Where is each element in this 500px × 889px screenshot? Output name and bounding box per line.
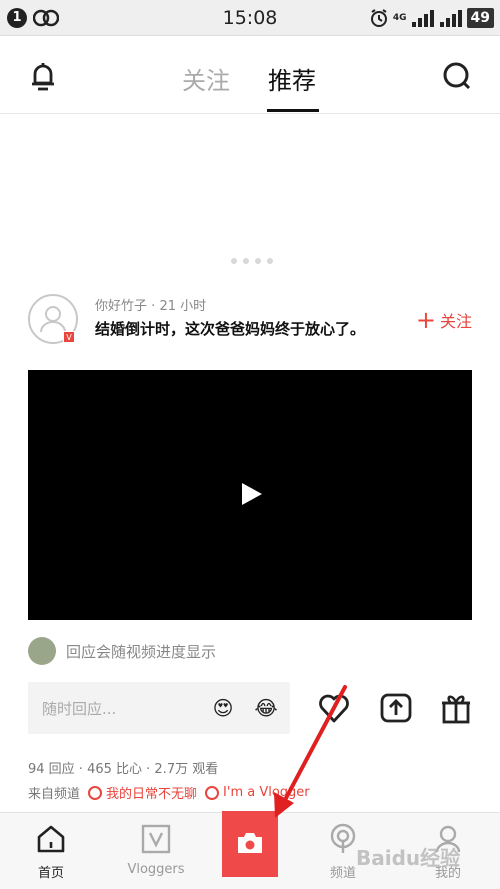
signal-icon: [411, 10, 434, 27]
camera-button[interactable]: [222, 811, 278, 877]
bell-icon[interactable]: [26, 59, 60, 93]
alarm-icon: [370, 9, 387, 27]
channel-link[interactable]: 我的日常不无聊: [88, 783, 197, 802]
heart-icon[interactable]: [316, 690, 352, 726]
home-icon: [37, 825, 65, 853]
post-title[interactable]: 结婚倒计时，这次爸爸妈妈终于放心了。: [95, 318, 380, 340]
signal-icon-2: [439, 10, 462, 27]
verified-badge: V: [63, 331, 75, 343]
source-channels: 来自频道 我的日常不无聊 I'm a Vlogger: [28, 783, 310, 802]
channel-name: 我的日常不无聊: [106, 787, 198, 802]
play-icon[interactable]: [242, 483, 262, 505]
post-meta: 你好竹子 · 21 小时: [95, 295, 206, 314]
post-stats: 94 回应 · 465 比心 · 2.7万 观看: [28, 762, 219, 777]
status-indicators: 4G 49: [369, 6, 494, 30]
tab-follow[interactable]: 关注: [182, 61, 230, 96]
network-type-label: 4G: [392, 12, 407, 23]
comment-placeholder: 随时回应...: [42, 700, 117, 718]
status-bar: 1 15:08 4G 49: [0, 0, 500, 36]
follow-button[interactable]: + 关注: [416, 308, 472, 332]
channel-icon: [88, 785, 103, 800]
channels-icon: [330, 823, 356, 853]
channel-link[interactable]: I'm a Vlogger: [205, 785, 310, 800]
comment-input[interactable]: 随时回应... 😍 😂: [28, 682, 290, 734]
from-channel-label: 来自频道: [28, 787, 81, 802]
active-tab-indicator: [267, 109, 319, 112]
heart-eyes-emoji-icon[interactable]: 😍: [211, 696, 235, 720]
battery-level: 49: [466, 8, 494, 28]
meta-separator: ·: [151, 299, 156, 314]
page-dot: [243, 258, 249, 264]
laughing-emoji-icon[interactable]: 😂: [254, 696, 278, 720]
channel-icon: [205, 785, 220, 800]
danmu-hint: 回应会随视频进度显示: [28, 637, 216, 665]
page-dot: [255, 258, 261, 264]
camera-icon: [238, 833, 262, 853]
app-screen: 1 15:08 4G 49 关注 推荐 V 你好竹子 · 21 小时 结婚倒计时…: [0, 0, 500, 889]
nav-home[interactable]: 首页: [6, 823, 96, 881]
follow-label: 关注: [439, 312, 472, 331]
banner-page-dots: [231, 258, 273, 264]
page-dot: [267, 258, 273, 264]
tab-recommended[interactable]: 推荐: [268, 61, 316, 96]
channel-name: I'm a Vlogger: [223, 785, 310, 800]
user-avatar: [28, 637, 56, 665]
post-time: 21 小时: [159, 299, 207, 314]
danmu-hint-text: 回应会随视频进度显示: [66, 642, 217, 661]
nav-label: Vloggers: [127, 862, 185, 877]
plus-icon: +: [415, 306, 436, 334]
nav-vloggers[interactable]: Vloggers: [111, 823, 201, 877]
page-dot: [231, 258, 237, 264]
nav-label: 首页: [37, 866, 64, 881]
vloggers-icon: [141, 824, 171, 854]
video-player[interactable]: [28, 370, 472, 620]
gift-icon[interactable]: [438, 690, 474, 726]
search-icon[interactable]: [440, 59, 474, 93]
share-icon[interactable]: [378, 690, 414, 726]
author-name[interactable]: 你好竹子: [95, 299, 147, 314]
top-header: 关注 推荐: [0, 37, 500, 114]
watermark: Baidu经验: [356, 846, 461, 870]
